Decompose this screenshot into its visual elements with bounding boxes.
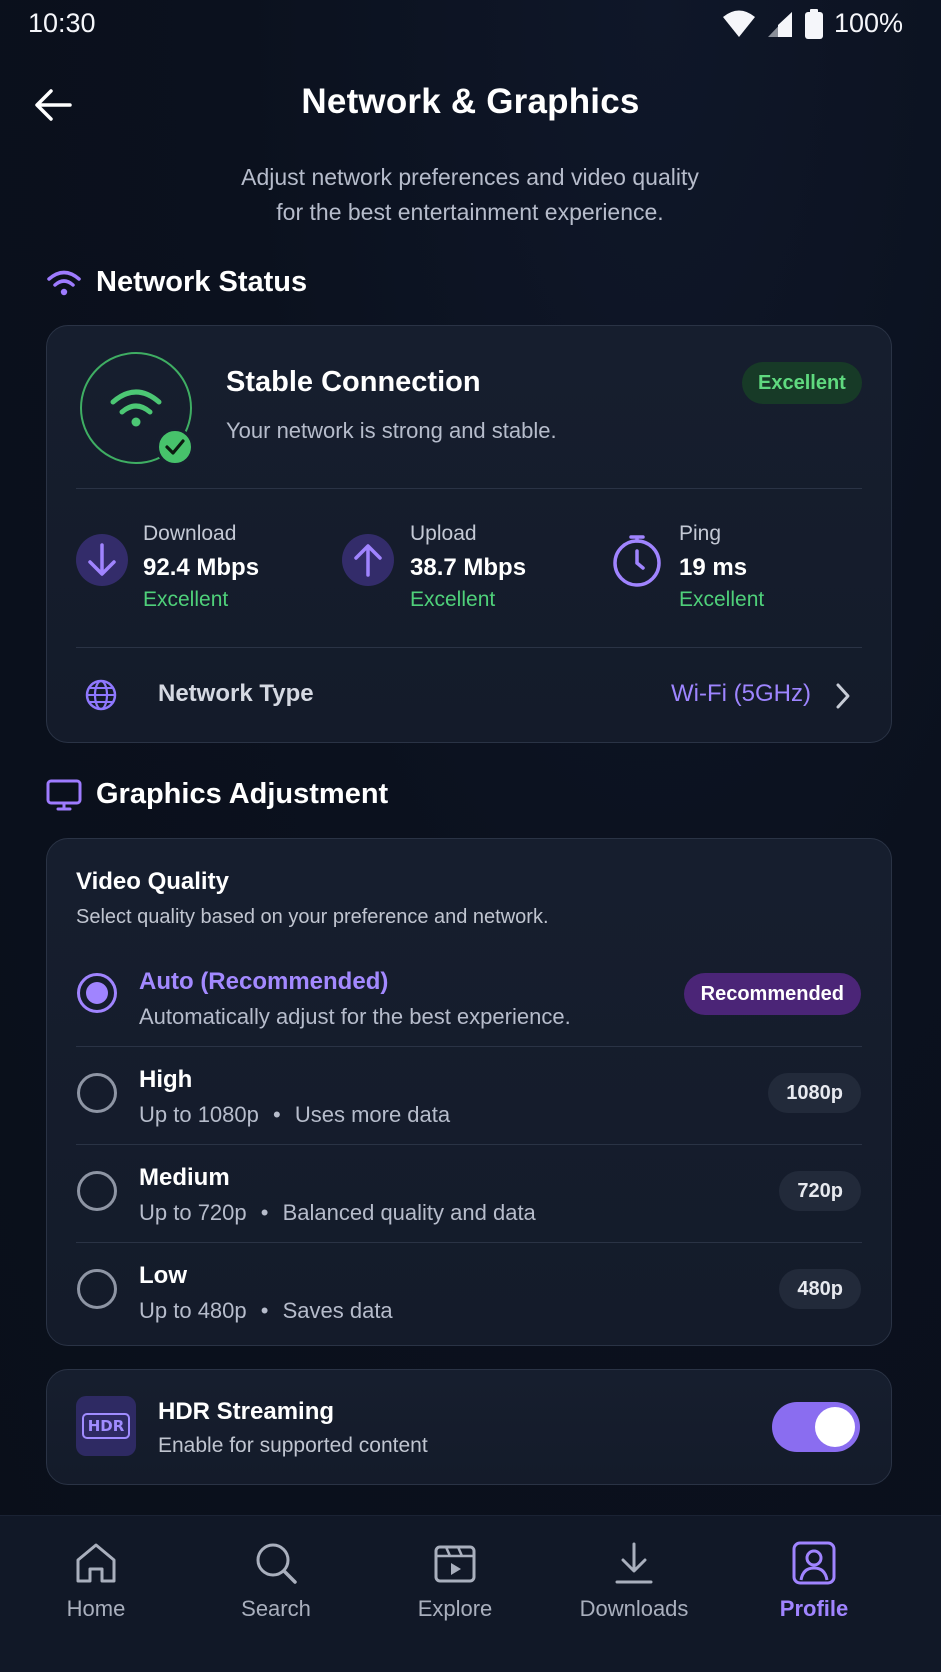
network-type-value: Wi-Fi (5GHz) bbox=[671, 680, 811, 707]
option-title: High bbox=[139, 1066, 193, 1093]
hdr-title: HDR Streaming bbox=[158, 1398, 335, 1425]
download-nav-icon bbox=[615, 1542, 653, 1584]
quality-option-medium[interactable] bbox=[46, 1146, 892, 1242]
divider bbox=[76, 647, 862, 648]
search-icon bbox=[256, 1543, 297, 1584]
nav-home[interactable]: Home bbox=[16, 1540, 176, 1622]
battery-icon bbox=[804, 8, 823, 39]
nav-profile[interactable]: Profile bbox=[734, 1540, 894, 1622]
stat-upload: Upload 38.7 Mbps Excellent bbox=[410, 522, 527, 611]
connection-title: Stable Connection bbox=[226, 366, 481, 398]
clapperboard-icon bbox=[434, 1545, 476, 1583]
cellular-signal-icon bbox=[767, 11, 792, 37]
video-quality-title: Video Quality bbox=[76, 868, 229, 895]
radio-high[interactable] bbox=[77, 1073, 117, 1113]
network-type-label: Network Type bbox=[158, 680, 314, 707]
hdr-toggle[interactable] bbox=[772, 1402, 860, 1452]
radio-medium[interactable] bbox=[77, 1171, 117, 1211]
option-title: Auto (Recommended) bbox=[139, 968, 389, 995]
page-title: Network & Graphics bbox=[301, 82, 640, 121]
option-title: Medium bbox=[139, 1164, 230, 1191]
check-icon bbox=[156, 428, 194, 466]
divider bbox=[76, 488, 862, 489]
timer-icon bbox=[610, 532, 664, 593]
toggle-knob bbox=[815, 1407, 855, 1447]
nav-search[interactable]: Search bbox=[196, 1540, 356, 1622]
status-icons: 100% bbox=[722, 8, 903, 39]
option-description: Automatically adjust for the best experi… bbox=[139, 1004, 571, 1029]
divider bbox=[76, 1046, 862, 1047]
connection-subtitle: Your network is strong and stable. bbox=[226, 418, 557, 443]
page-subtitle: Adjust network preferences and video qua… bbox=[241, 164, 699, 225]
hdr-subtitle: Enable for supported content bbox=[158, 1434, 428, 1457]
resolution-badge: 1080p bbox=[768, 1073, 861, 1113]
graphics-heading: Graphics Adjustment bbox=[46, 778, 388, 811]
option-description: Up to 720p • Balanced quality and data bbox=[139, 1200, 536, 1225]
divider bbox=[76, 1144, 862, 1145]
option-description: Up to 1080p • Uses more data bbox=[139, 1102, 451, 1127]
video-quality-subtitle: Select quality based on your preference … bbox=[76, 906, 549, 928]
nav-downloads[interactable]: Downloads bbox=[554, 1540, 714, 1622]
quality-option-high[interactable] bbox=[46, 1048, 892, 1144]
bottom-nav: Home Search Explore Downloads Profile bbox=[0, 1515, 941, 1672]
upload-icon bbox=[342, 534, 394, 591]
chevron-right-icon bbox=[834, 682, 852, 715]
hdr-icon: HDR bbox=[76, 1396, 136, 1456]
battery-percent: 100% bbox=[833, 8, 903, 38]
wifi-status-icon bbox=[722, 10, 755, 37]
hdr-card bbox=[46, 1369, 892, 1485]
option-description: Up to 480p • Saves data bbox=[139, 1298, 393, 1323]
radio-auto[interactable] bbox=[77, 973, 117, 1013]
download-icon bbox=[76, 534, 128, 591]
status-time: 10:30 bbox=[28, 8, 96, 38]
stat-ping: Ping 19 ms Excellent bbox=[679, 522, 765, 611]
home-icon bbox=[76, 1543, 116, 1583]
wifi-signal-icon bbox=[110, 389, 162, 427]
resolution-badge: 720p bbox=[779, 1171, 861, 1211]
divider bbox=[76, 1242, 862, 1243]
monitor-icon bbox=[46, 779, 82, 810]
option-title: Low bbox=[139, 1262, 187, 1289]
network-status-heading: Network Status bbox=[46, 266, 307, 299]
connection-quality-badge: Excellent bbox=[742, 362, 862, 404]
quality-option-low[interactable] bbox=[46, 1244, 892, 1342]
globe-icon bbox=[84, 678, 118, 717]
nav-explore[interactable]: Explore bbox=[375, 1540, 535, 1622]
profile-icon bbox=[792, 1541, 836, 1585]
wifi-icon bbox=[47, 270, 81, 295]
radio-low[interactable] bbox=[77, 1269, 117, 1309]
stat-download: Download 92.4 Mbps Excellent bbox=[143, 522, 260, 611]
resolution-badge: 480p bbox=[779, 1269, 861, 1309]
recommended-badge: Recommended bbox=[683, 973, 861, 1015]
